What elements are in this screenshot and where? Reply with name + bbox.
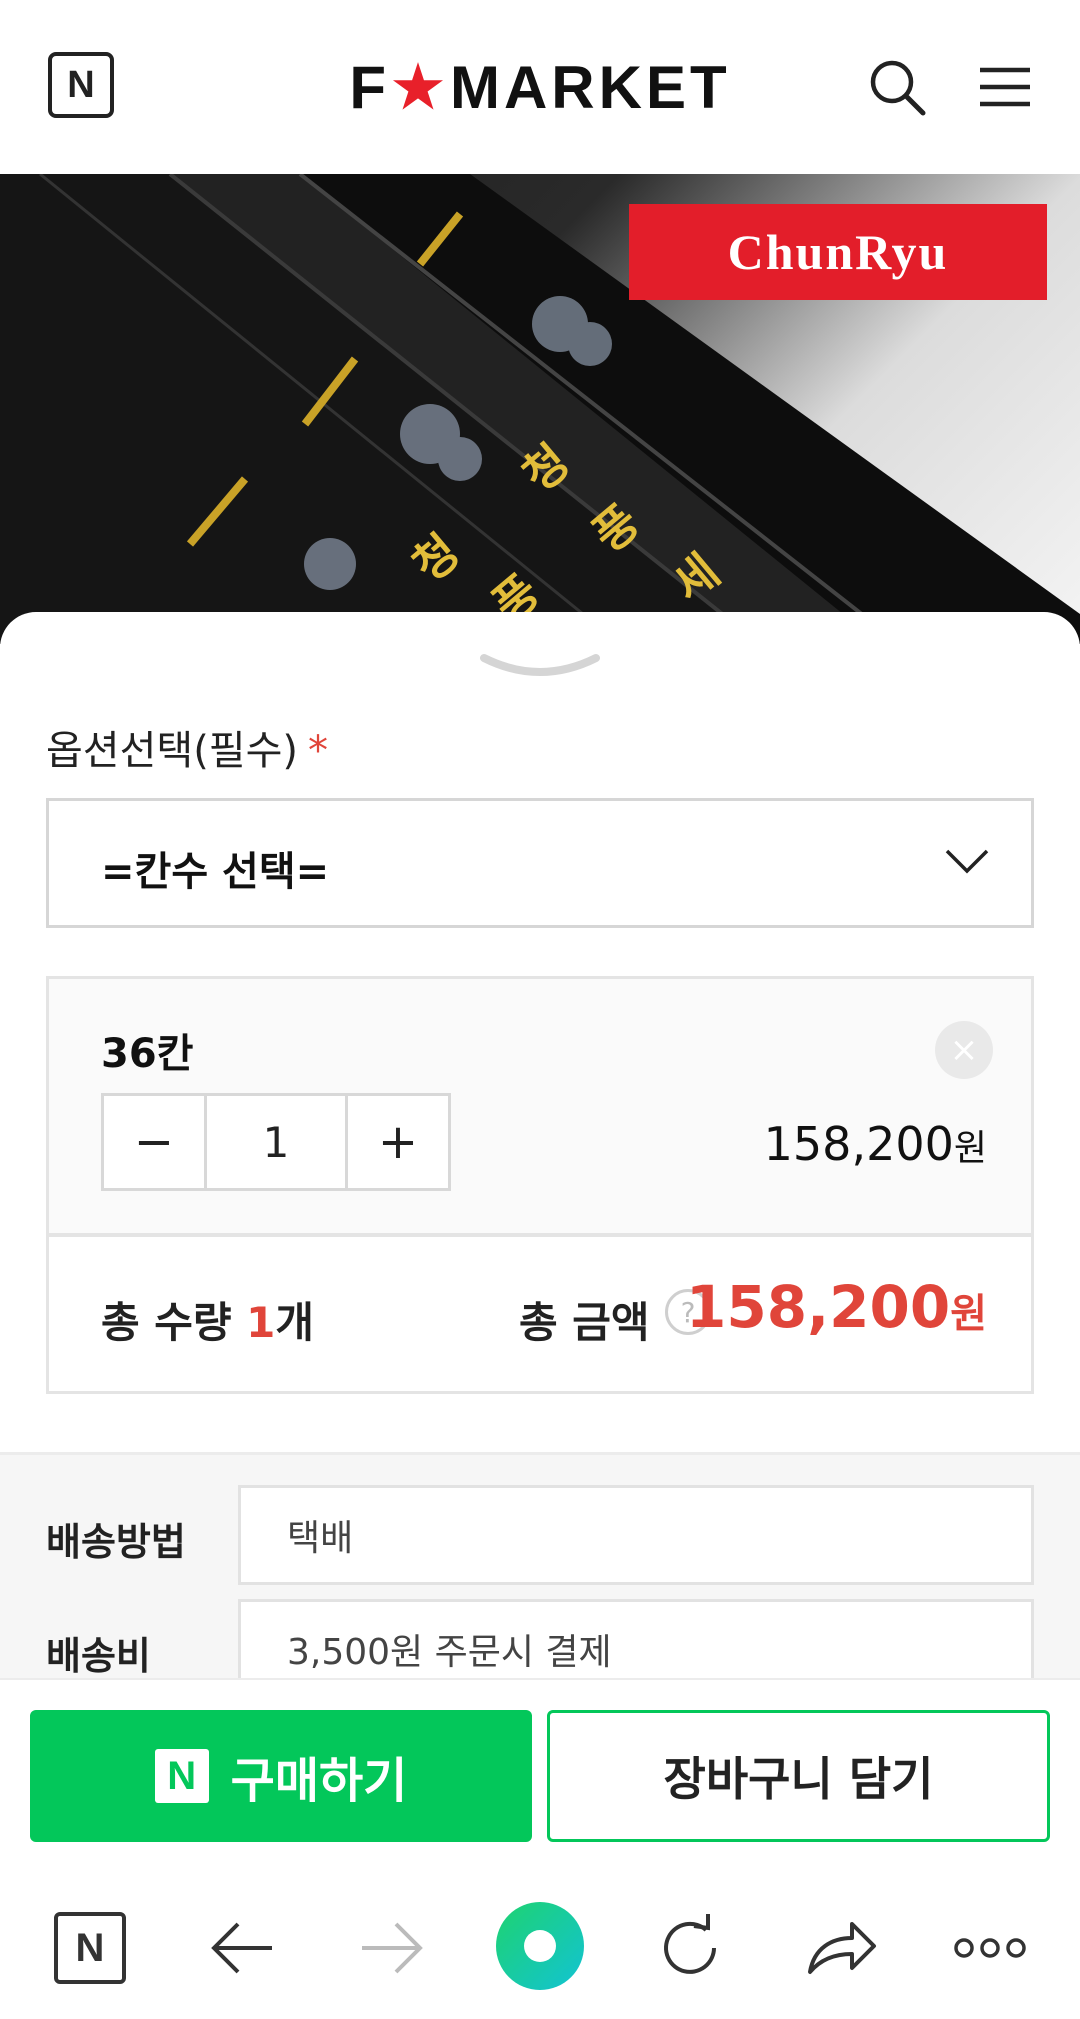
shipping-fee-label: 배송비 <box>46 1634 151 1678</box>
sheet-collapse-handle-icon[interactable] <box>480 652 600 682</box>
option-select-value: =칸수 선택= <box>101 849 330 895</box>
logo-text-right: MARKET <box>450 53 731 121</box>
add-to-cart-label: 장바구니 담기 <box>663 1752 934 1806</box>
total-quantity: 총 수량 1개 <box>101 1289 314 1350</box>
browser-toolbar: N <box>0 1868 1080 2019</box>
selected-option-name: 36칸 <box>101 1031 194 1077</box>
option-price: 158,200원 <box>764 1117 987 1171</box>
required-mark: * <box>308 728 329 774</box>
option-select[interactable]: =칸수 선택= <box>46 798 1034 928</box>
quantity-stepper: − 1 + <box>101 1093 451 1191</box>
naver-home-icon[interactable]: N <box>54 1912 126 1984</box>
add-to-cart-button[interactable]: 장바구니 담기 <box>547 1710 1050 1842</box>
more-options-icon[interactable] <box>950 1908 1030 1988</box>
buy-button-label: 구매하기 <box>230 1753 408 1809</box>
total-quantity-label: 총 수량 <box>101 1298 247 1347</box>
green-dot-icon <box>524 1930 556 1962</box>
quantity-input[interactable]: 1 <box>204 1096 348 1188</box>
shipping-method-field: 택배 <box>238 1485 1034 1585</box>
total-price: 158,200원 <box>686 1273 987 1341</box>
fmarket-logo[interactable]: F ★ MARKET <box>340 50 740 124</box>
total-price-unit: 원 <box>950 1291 987 1337</box>
total-quantity-unit: 개 <box>275 1298 315 1347</box>
naver-home-button[interactable]: N <box>48 52 114 118</box>
green-dot-button[interactable] <box>496 1902 584 1990</box>
share-icon[interactable] <box>800 1908 880 1988</box>
purchase-bar: N 구매하기 장바구니 담기 <box>0 1678 1080 1868</box>
shipping-fee-value: 3,500원 주문시 결제 <box>287 1632 612 1673</box>
increase-quantity-button[interactable]: + <box>348 1096 448 1188</box>
option-label: 옵션선택(필수) * <box>46 718 328 776</box>
decrease-quantity-button[interactable]: − <box>104 1096 204 1188</box>
search-icon[interactable] <box>866 56 928 118</box>
logo-text-left: F <box>349 53 390 121</box>
shipping-method-label: 배송방법 <box>46 1520 186 1564</box>
refresh-icon[interactable] <box>650 1908 730 1988</box>
top-header: N F ★ MARKET <box>0 0 1080 174</box>
hamburger-menu-icon[interactable] <box>974 56 1036 118</box>
chevron-down-icon <box>945 849 989 874</box>
brand-logo: ChunRyu <box>629 204 1047 300</box>
total-price-value: 158,200 <box>686 1273 951 1341</box>
close-icon: × <box>949 1030 979 1070</box>
buy-button[interactable]: N 구매하기 <box>30 1710 532 1842</box>
product-page: N F ★ MARKET 청 풍 세 청 풍 ChunRyu 옵션선택(필수) … <box>0 0 1080 2019</box>
shipping-info: 배송방법 택배 배송비 3,500원 주문시 결제 <box>0 1452 1080 1699</box>
total-amount-label: 총 금액 <box>519 1298 650 1347</box>
total-quantity-value: 1 <box>246 1298 276 1347</box>
shipping-method-value: 택배 <box>287 1518 354 1559</box>
back-arrow-icon[interactable] <box>202 1908 282 1988</box>
option-price-unit: 원 <box>953 1128 987 1169</box>
logo-star-icon: ★ <box>392 55 448 120</box>
forward-arrow-icon[interactable] <box>352 1908 432 1988</box>
remove-option-button[interactable]: × <box>935 1021 993 1079</box>
selected-option-item: 36칸 × − 1 + 158,200원 <box>46 976 1034 1236</box>
naver-pay-icon: N <box>154 1749 209 1803</box>
brand-logo-text: ChunRyu <box>727 224 949 280</box>
option-price-value: 158,200 <box>763 1117 954 1171</box>
total-summary: 총 수량 1개 총 금액 ? 158,200원 <box>46 1234 1034 1394</box>
option-label-text: 옵션선택(필수) <box>46 728 299 774</box>
product-image: 청 풍 세 청 풍 ChunRyu <box>0 174 1080 644</box>
